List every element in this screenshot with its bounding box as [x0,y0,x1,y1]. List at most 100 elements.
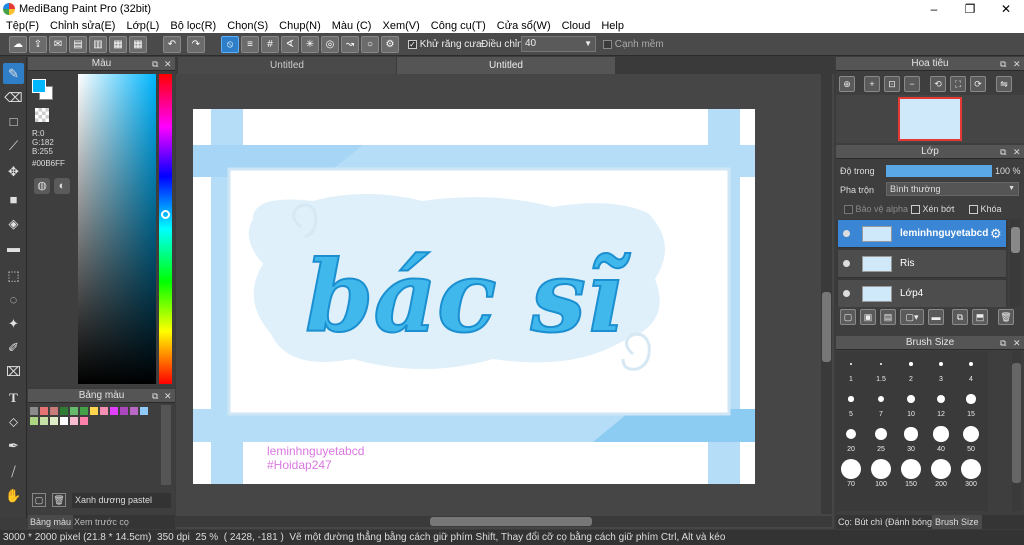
brush-size-dot[interactable] [848,396,854,402]
brush-size-dot[interactable] [845,428,857,440]
layer-scrollbar[interactable] [1010,219,1021,307]
close-button[interactable]: ✕ [988,0,1024,18]
select-pen-icon[interactable]: ✐ [3,337,24,358]
zoom-in-icon[interactable]: + [864,76,880,92]
snap-ellipse-icon[interactable]: ○ [361,36,379,53]
brush-size-dot[interactable] [904,427,918,441]
cloud-icon[interactable]: ☁ [9,36,27,53]
menu-layer[interactable]: Lớp(L) [120,20,164,32]
dot-tool-icon[interactable]: □ [3,111,24,132]
eye-icon[interactable] [843,230,850,237]
share-icon[interactable]: ⇪ [29,36,47,53]
snap-vanish-icon[interactable]: ∢ [281,36,299,53]
layer-scroll-thumb[interactable] [1011,227,1020,253]
clipping-checkbox[interactable] [911,205,920,215]
menu-edit[interactable]: Chỉnh sửa(E) [44,20,120,32]
antialias-option[interactable]: ✓ Khử răng cưa [408,39,482,50]
brush-scrollbar[interactable] [1012,351,1021,511]
popout-icon[interactable]: ⧉ [152,57,158,71]
new-8bit-layer-icon[interactable]: ▤ [880,309,896,325]
snap-curve-icon[interactable]: ↝ [341,36,359,53]
menu-color[interactable]: Màu (C) [326,20,377,32]
menu-cloud[interactable]: Cloud [556,20,596,32]
undo-icon[interactable]: ↶ [163,36,181,53]
brush-size-dot[interactable] [931,459,951,479]
duplicate-layer-icon[interactable]: ⧉ [952,309,968,325]
page-icon[interactable]: ▥ [89,36,107,53]
palette-swatch[interactable] [90,407,98,415]
protect-alpha-checkbox[interactable] [844,205,853,215]
palette-swatch[interactable] [140,407,148,415]
rotate-left-icon[interactable]: ⟲ [930,76,946,92]
horizontal-scroll-thumb[interactable] [430,517,592,526]
palette-name[interactable]: Xanh dương pastel [72,493,171,508]
text-tool-icon[interactable]: T [3,387,24,408]
snap-radial-icon[interactable]: ✳ [301,36,319,53]
brush-size-dot[interactable] [968,361,974,367]
palette-swatch[interactable] [120,407,128,415]
gradient-tool-icon[interactable]: ▬ [3,237,24,258]
gear-icon[interactable]: ⚙ [990,226,1002,242]
menu-tools[interactable]: Công cụ(T) [425,20,491,32]
brush-size-dot[interactable] [875,428,887,440]
close-icon[interactable]: ✕ [164,389,172,403]
brush-size-dot[interactable] [901,459,921,479]
brush-size-dot[interactable] [871,459,891,479]
brush-size-dot[interactable] [849,362,853,366]
antialias-checkbox[interactable]: ✓ [408,39,417,49]
lock-option[interactable]: Khóa [969,204,1002,215]
layer-row[interactable]: Ris [838,250,1006,278]
snap-parallel-icon[interactable]: ≡ [241,36,259,53]
actual-size-icon[interactable]: ⊡ [884,76,900,92]
lasso-tool-icon[interactable]: ◌ [3,289,24,310]
palette-swatch[interactable] [70,417,78,425]
line-tool-icon[interactable]: ⟋ [3,135,24,156]
palette-swatch[interactable] [50,417,58,425]
palette-swatch[interactable] [50,407,58,415]
palette-scrollbar[interactable] [161,405,171,485]
sharp-edge-checkbox[interactable] [603,39,612,49]
color-sliders-icon[interactable]: ◐ [54,178,70,194]
redo-icon[interactable]: ↷ [187,36,205,53]
protect-alpha-option[interactable]: Bảo vệ alpha [844,204,908,215]
brush-size-dot[interactable] [907,395,915,403]
palette-swatch[interactable] [30,407,38,415]
snap-off-icon[interactable]: ⦸ [221,36,239,53]
tab-brush-preview[interactable]: Xem trước cọ [72,515,131,529]
eraser-tool-icon[interactable]: ⌫ [3,87,24,108]
new-halftone-layer-icon[interactable]: ▣ [860,309,876,325]
menu-select[interactable]: Chọn(S) [221,20,273,32]
palette-swatch[interactable] [70,407,78,415]
grid-icon[interactable]: ▦ [129,36,147,53]
fill-tool-icon[interactable]: ◈ [3,213,24,234]
rect-tool-icon[interactable]: ■ [3,189,24,210]
select-eraser-icon[interactable]: ⌧ [3,361,24,382]
layer-row[interactable]: leminhnguyetabcd ⚙ [838,220,1006,248]
menu-file[interactable]: Tệp(F) [0,20,44,32]
new-layer-menu-icon[interactable]: ▢▾ [900,309,924,325]
zoom-out-icon[interactable]: − [904,76,920,92]
hand-tool-icon[interactable]: ✋ [3,485,24,506]
sharp-edge-option[interactable]: Cạnh mềm [603,39,664,50]
brush-scroll-thumb[interactable] [1012,363,1021,483]
close-icon[interactable]: ✕ [1013,145,1021,159]
canvas-paper[interactable]: bác sĩ leminhnguyetabcd #Hoidap247 [193,109,755,484]
popout-icon[interactable]: ⧉ [1000,336,1006,350]
palette-swatch[interactable] [100,407,108,415]
popout-icon[interactable]: ⧉ [152,389,158,403]
palette-swatch[interactable] [80,417,88,425]
fit-window-icon[interactable]: ⛶ [950,76,966,92]
vertical-scroll-thumb[interactable] [822,292,831,362]
hue-slider[interactable] [159,74,172,384]
snap-circle-icon[interactable]: ◎ [321,36,339,53]
brush-size-dot[interactable] [879,362,883,366]
merge-layer-icon[interactable]: ⬒ [972,309,988,325]
folder-icon[interactable]: ▬ [928,309,944,325]
move-tool-icon[interactable]: ✥ [3,161,24,182]
material-icon[interactable]: ▤ [69,36,87,53]
divide-tool-icon[interactable]: ⧸ [3,461,24,482]
maximize-button[interactable]: ❐ [952,0,988,18]
document-tab-active[interactable]: Untitled [397,57,615,74]
brush-size-dot[interactable] [933,426,949,442]
eye-icon[interactable] [843,290,850,297]
